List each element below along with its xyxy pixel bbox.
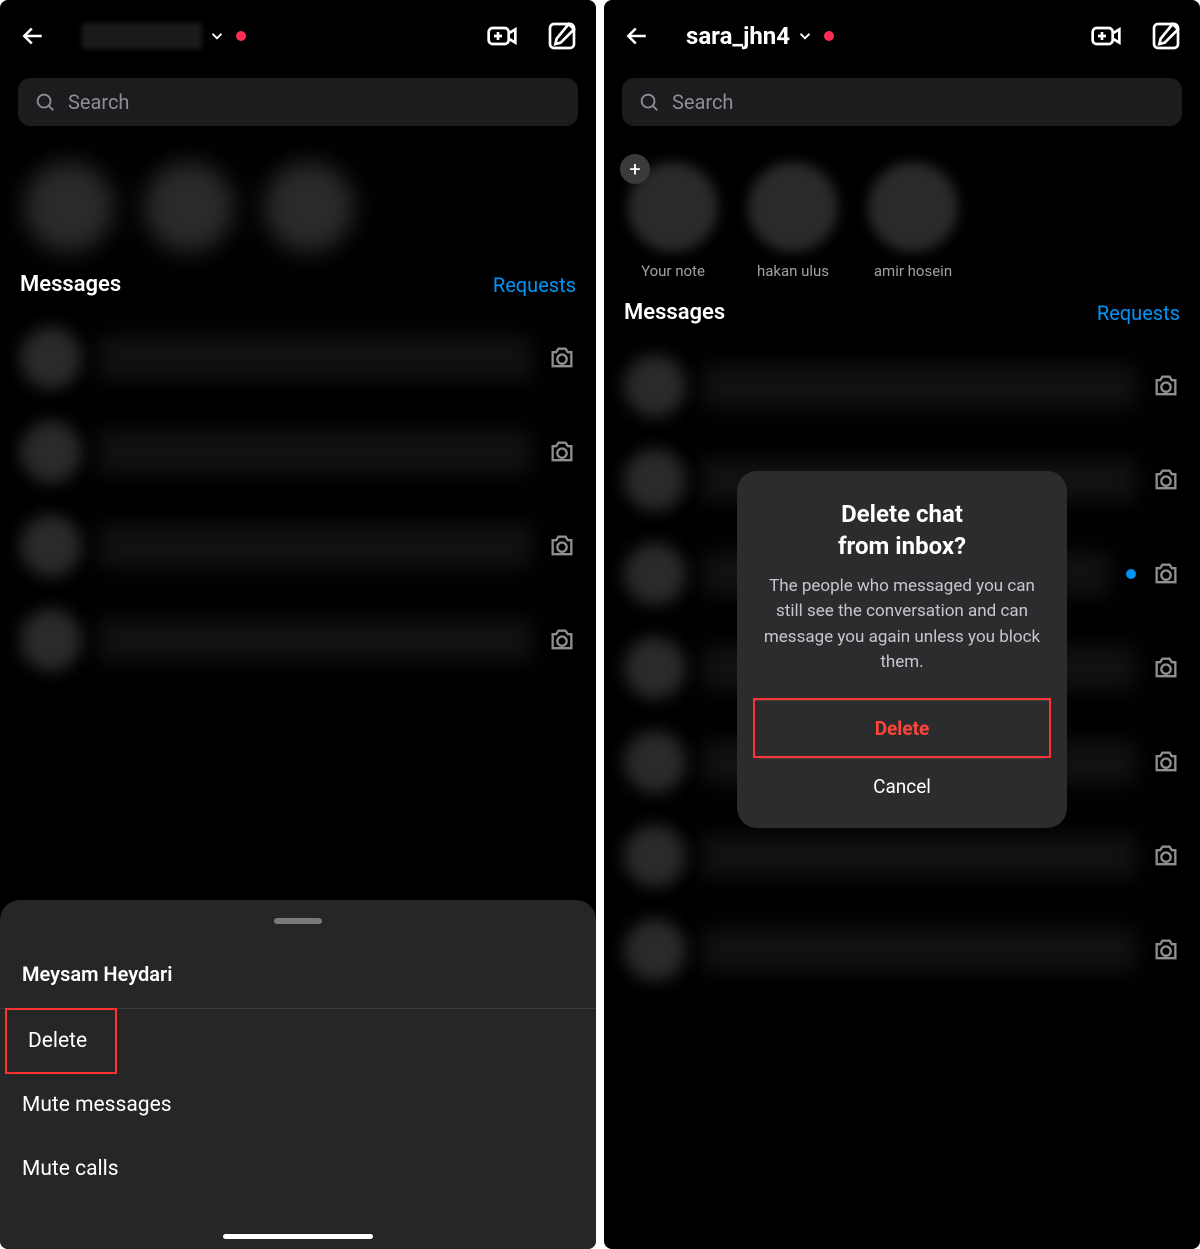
dialog-title-line2: from inbox?: [838, 532, 966, 560]
chat-preview: [98, 336, 532, 380]
chat-row[interactable]: [0, 499, 596, 593]
header-actions: [486, 20, 578, 52]
avatar: [20, 327, 82, 389]
dialog-title: Delete chat from inbox?: [759, 499, 1045, 561]
compose-button[interactable]: [546, 20, 578, 52]
username-hidden: [82, 23, 202, 49]
messages-section-head: Messages Requests: [0, 262, 596, 307]
requests-link[interactable]: Requests: [493, 273, 576, 297]
sheet-mute-messages[interactable]: Mute messages: [0, 1073, 596, 1137]
dialog-title-line1: Delete chat: [841, 500, 963, 528]
dialog-cancel-button[interactable]: Cancel: [759, 758, 1045, 814]
sheet-grabber[interactable]: [274, 918, 322, 924]
chat-preview: [98, 524, 532, 568]
search-input[interactable]: Search: [18, 78, 578, 126]
right-screenshot: sara_jhn4 Search + Your note hakan ul: [604, 0, 1200, 1249]
messages-heading: Messages: [20, 272, 121, 297]
dialog-overlay: Delete chat from inbox? The people who m…: [604, 0, 1200, 1249]
sheet-mute-calls[interactable]: Mute calls: [0, 1137, 596, 1201]
avatar: [20, 609, 82, 671]
chat-row[interactable]: [0, 311, 596, 405]
dialog-delete-button[interactable]: Delete: [755, 700, 1049, 756]
delete-chat-dialog: Delete chat from inbox? The people who m…: [737, 471, 1067, 827]
header: [0, 0, 596, 72]
chat-row[interactable]: [0, 593, 596, 687]
camera-icon[interactable]: [548, 532, 576, 560]
chat-options-sheet: Meysam Heydari Delete Mute messages Mute…: [0, 900, 596, 1249]
chat-preview: [98, 618, 532, 662]
search-placeholder: Search: [68, 90, 129, 114]
camera-icon[interactable]: [548, 344, 576, 372]
avatar: [20, 421, 82, 483]
search-icon: [34, 91, 56, 113]
chevron-down-icon: [208, 27, 226, 45]
camera-icon[interactable]: [548, 438, 576, 466]
home-indicator[interactable]: [223, 1234, 373, 1239]
left-screenshot: Search Messages Requests: [0, 0, 596, 1249]
notes-row: [0, 144, 596, 262]
back-button[interactable]: [18, 21, 48, 51]
notification-dot: [236, 31, 246, 41]
sheet-contact-name: Meysam Heydari: [0, 956, 596, 1008]
dialog-delete-highlight: Delete: [753, 698, 1051, 758]
dialog-body: The people who messaged you can still se…: [759, 574, 1045, 676]
account-switcher[interactable]: [82, 23, 476, 49]
chat-list: [0, 307, 596, 691]
avatar: [20, 515, 82, 577]
camera-icon[interactable]: [548, 626, 576, 654]
chat-row[interactable]: [0, 405, 596, 499]
new-video-call-button[interactable]: [486, 20, 518, 52]
chat-preview: [98, 430, 532, 474]
sheet-delete[interactable]: Delete: [6, 1009, 116, 1073]
